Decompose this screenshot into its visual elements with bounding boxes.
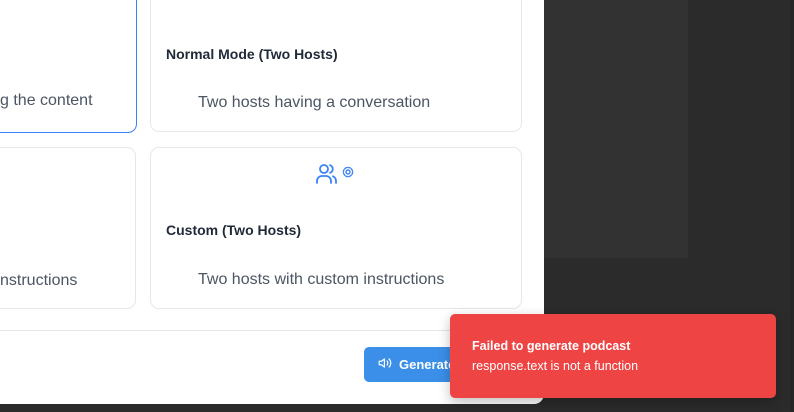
mode-card-single-host[interactable]: g the content — [0, 0, 137, 133]
mode-card-title: Normal Mode (Two Hosts) — [166, 46, 338, 62]
background-edge — [790, 0, 794, 412]
speaker-icon — [378, 356, 392, 373]
background-panel — [544, 0, 688, 258]
mode-card-custom-two-hosts[interactable]: Custom (Two Hosts) Two hosts with custom… — [150, 147, 522, 309]
mode-card-description: g the content — [0, 92, 93, 109]
users-icon — [321, 0, 361, 10]
mode-card-description: Two hosts with custom instructions — [198, 271, 445, 288]
users-gear-icon — [316, 162, 358, 191]
mode-card-normal-two-hosts[interactable]: Normal Mode (Two Hosts) Two hosts having… — [150, 0, 522, 132]
toast-message: response.text is not a function — [472, 359, 639, 373]
toast-title: Failed to generate podcast — [472, 339, 631, 353]
mode-card-description: nstructions — [0, 272, 78, 289]
mode-card-description: Two hosts having a conversation — [198, 94, 431, 111]
error-toast[interactable]: Failed to generate podcast response.text… — [450, 314, 776, 398]
mode-card-custom-single-host[interactable]: nstructions — [0, 147, 136, 309]
mode-card-title: Custom (Two Hosts) — [166, 222, 302, 238]
